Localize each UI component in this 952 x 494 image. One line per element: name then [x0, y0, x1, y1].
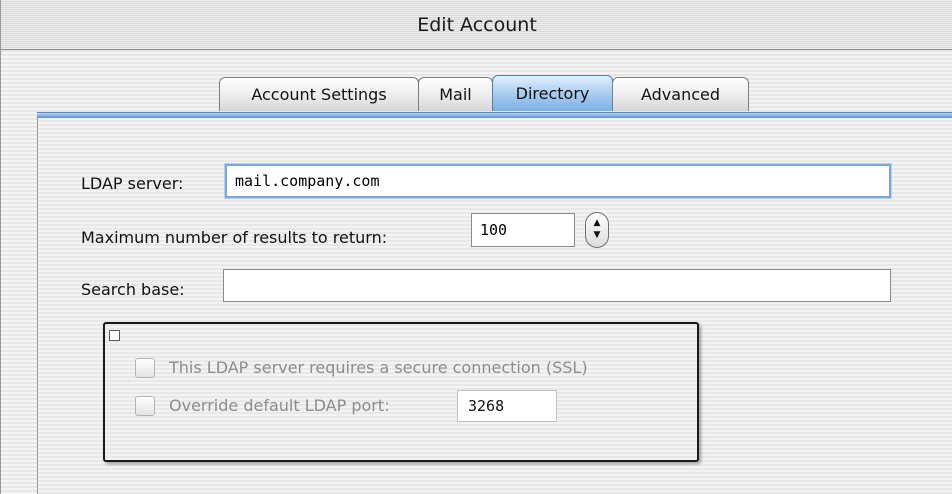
ssl-checkbox[interactable] [135, 358, 155, 378]
window-title: Edit Account [417, 14, 537, 36]
tab-directory[interactable]: Directory [492, 75, 613, 111]
max-results-input[interactable]: 100 [471, 213, 575, 247]
ldap-server-label: LDAP server: [81, 174, 184, 193]
search-base-label: Search base: [81, 280, 185, 299]
max-results-label: Maximum number of results to return: [81, 228, 388, 247]
tab-account-settings[interactable]: Account Settings [219, 77, 419, 111]
stepper-up-icon[interactable]: ▲ [594, 218, 601, 230]
override-port-label: Override default LDAP port: [169, 396, 390, 415]
search-base-input[interactable] [223, 269, 891, 302]
tab-mail[interactable]: Mail [418, 77, 493, 111]
max-results-stepper[interactable]: ▲ ▼ [585, 212, 609, 248]
ldap-server-input[interactable]: mail.company.com [225, 164, 891, 198]
stepper-down-icon[interactable]: ▼ [594, 230, 601, 242]
groupbox-handle-icon [109, 330, 120, 341]
title-bar[interactable]: Edit Account [1, 0, 952, 50]
tab-bar: Account Settings Mail Directory Advanced [219, 75, 749, 113]
tab-advanced[interactable]: Advanced [612, 77, 749, 111]
ldap-port-input[interactable]: 3268 [457, 390, 557, 422]
ssl-options-groupbox [103, 322, 699, 462]
override-port-checkbox[interactable] [135, 396, 155, 416]
edit-account-window: Edit Account Account Settings Mail Direc… [0, 0, 952, 494]
ssl-checkbox-label: This LDAP server requires a secure conne… [169, 358, 588, 377]
